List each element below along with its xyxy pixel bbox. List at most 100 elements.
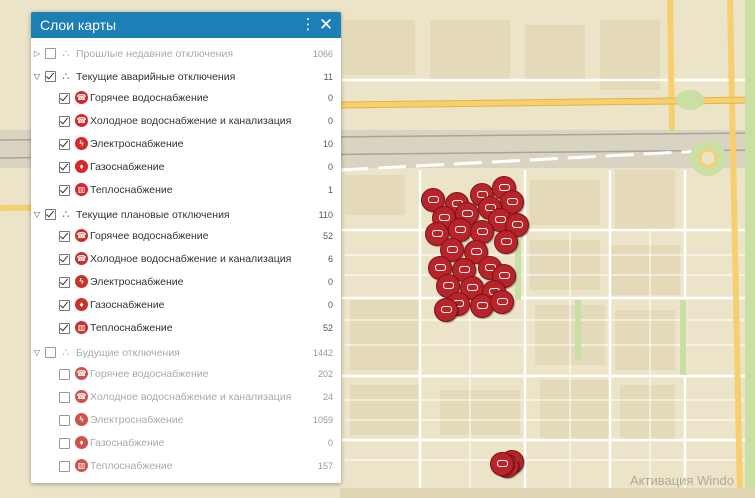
layer-item-checkbox[interactable] (59, 185, 70, 196)
layer-item-checkbox[interactable] (59, 392, 70, 403)
layer-item-label: Теплоснабжение (90, 322, 173, 334)
points-layer-icon: ∴ (62, 347, 70, 359)
heating-icon: ▥ (75, 321, 88, 334)
layer-item-label: Горячее водоснабжение (90, 230, 209, 242)
hot-water-icon: ☎ (75, 91, 88, 104)
outage-marker[interactable] (490, 452, 514, 476)
layer-item[interactable]: ☎ Горячее водоснабжение 202 (31, 364, 341, 387)
outage-marker[interactable] (434, 298, 458, 322)
layer-item[interactable]: ♦ Газоснабжение 0 (31, 157, 341, 180)
layer-item-checkbox[interactable] (59, 116, 70, 127)
layer-group-checkbox[interactable] (45, 71, 56, 82)
outage-marker[interactable] (490, 290, 514, 314)
layer-item-count: 52 (322, 323, 333, 333)
layer-item-count: 1 (327, 185, 333, 195)
layer-group-label: Текущие плановые отключения (76, 208, 230, 221)
points-layer-icon: ∴ (62, 209, 70, 221)
outage-marker[interactable] (494, 230, 518, 254)
layer-item[interactable]: ▥ Теплоснабжение 157 (31, 456, 341, 479)
points-layer-icon: ∴ (62, 71, 70, 83)
layer-group-count: 1442 (312, 347, 333, 358)
layer-item-checkbox[interactable] (59, 277, 70, 288)
expand-down-icon[interactable]: ▽ (31, 72, 43, 81)
layer-item-count: 0 (327, 162, 333, 172)
electricity-icon: ϟ (75, 137, 88, 150)
layer-group[interactable]: ▽ ∴ Текущие плановые отключения 110 (31, 203, 341, 226)
hot-water-icon: ☎ (75, 229, 88, 242)
layer-item-checkbox[interactable] (59, 300, 70, 311)
layer-item-label: Газоснабжение (90, 437, 165, 449)
layer-item[interactable]: ☎ Горячее водоснабжение 52 (31, 226, 341, 249)
layer-item[interactable]: ☎ Холодное водоснабжение и канализация 6 (31, 249, 341, 272)
expand-down-icon[interactable]: ▽ (31, 210, 43, 219)
layer-group[interactable]: ▽ ∴ Будущие отключения 1442 (31, 341, 341, 364)
close-icon[interactable]: ✕ (317, 12, 335, 38)
cold-water-icon: ☎ (75, 252, 88, 265)
layer-item[interactable]: ϟ Электроснабжение 10 (31, 134, 341, 157)
layer-item-checkbox[interactable] (59, 461, 70, 472)
layer-item-checkbox[interactable] (59, 415, 70, 426)
layer-group-count: 1066 (312, 48, 333, 59)
layer-group-checkbox[interactable] (45, 48, 56, 59)
hot-water-icon: ☎ (75, 367, 88, 380)
layer-item-checkbox[interactable] (59, 231, 70, 242)
layer-group[interactable]: ▷ ∴ Прошлые недавние отключения 1066 (31, 42, 341, 65)
layer-item-checkbox[interactable] (59, 254, 70, 265)
windows-activation-watermark: Активация Windo (630, 473, 734, 488)
layer-item-count: 0 (327, 116, 333, 126)
layer-item-checkbox[interactable] (59, 323, 70, 334)
map-layers-panel: Слои карты ⋮ ✕ ▷ ∴ Прошлые недавние отключ… (31, 12, 341, 483)
layer-item[interactable]: ☎ Холодное водоснабжение и канализация 0 (31, 111, 341, 134)
electricity-icon: ϟ (75, 275, 88, 288)
layer-item-count: 52 (322, 231, 333, 241)
expand-right-icon[interactable]: ▷ (31, 49, 43, 58)
layer-item[interactable]: ▥ Теплоснабжение 1 (31, 180, 341, 203)
layer-group-checkbox[interactable] (45, 347, 56, 358)
expand-down-icon[interactable]: ▽ (31, 348, 43, 357)
layer-group-count: 110 (318, 209, 333, 220)
layer-group-label: Текущие аварийные отключения (76, 70, 236, 83)
layer-item-count: 6 (327, 254, 333, 264)
layer-item[interactable]: ☎ Холодное водоснабжение и канализация 24 (31, 387, 341, 410)
layer-item[interactable]: ϟ Электроснабжение 1059 (31, 410, 341, 433)
layer-item-label: Теплоснабжение (90, 184, 173, 196)
layer-item[interactable]: ▥ Теплоснабжение 52 (31, 318, 341, 341)
panel-header: Слои карты ⋮ ✕ (31, 12, 341, 38)
layer-item-checkbox[interactable] (59, 369, 70, 380)
gas-icon: ♦ (75, 436, 88, 449)
layer-item-label: Холодное водоснабжение и канализация (90, 391, 292, 403)
layers-tree: ▷ ∴ Прошлые недавние отключения 1066 ▽ ∴ Текущ… (31, 38, 341, 479)
layer-item-count: 24 (322, 392, 333, 402)
layer-item-count: 0 (327, 300, 333, 310)
layer-item-checkbox[interactable] (59, 438, 70, 449)
layer-item-count: 0 (327, 93, 333, 103)
layer-item-count: 202 (317, 369, 333, 379)
layer-item-checkbox[interactable] (59, 139, 70, 150)
layer-item-checkbox[interactable] (59, 162, 70, 173)
layer-group-label: Будущие отключения (76, 346, 180, 359)
layer-item-count: 0 (327, 438, 333, 448)
layer-item-label: Электроснабжение (90, 276, 184, 288)
layer-item-label: Холодное водоснабжение и канализация (90, 115, 292, 127)
layer-item-count: 10 (322, 139, 333, 149)
panel-title: Слои карты (40, 17, 117, 33)
layer-item[interactable]: ♦ Газоснабжение 0 (31, 433, 341, 456)
layer-item-label: Горячее водоснабжение (90, 368, 209, 380)
cold-water-icon: ☎ (75, 114, 88, 127)
layer-item[interactable]: ϟ Электроснабжение 0 (31, 272, 341, 295)
layer-item[interactable]: ♦ Газоснабжение 0 (31, 295, 341, 318)
layer-item-label: Холодное водоснабжение и канализация (90, 253, 292, 265)
layer-group-count: 11 (323, 71, 333, 82)
layer-item-label: Теплоснабжение (90, 460, 173, 472)
electricity-icon: ϟ (75, 413, 88, 426)
layer-group-checkbox[interactable] (45, 209, 56, 220)
gas-icon: ♦ (75, 160, 88, 173)
layer-item-count: 157 (317, 461, 333, 471)
gas-icon: ♦ (75, 298, 88, 311)
heating-icon: ▥ (75, 459, 88, 472)
layer-group[interactable]: ▽ ∴ Текущие аварийные отключения 11 (31, 65, 341, 88)
layer-item-checkbox[interactable] (59, 93, 70, 104)
more-options-icon[interactable]: ⋮ (299, 12, 317, 38)
layer-item[interactable]: ☎ Горячее водоснабжение 0 (31, 88, 341, 111)
cold-water-icon: ☎ (75, 390, 88, 403)
